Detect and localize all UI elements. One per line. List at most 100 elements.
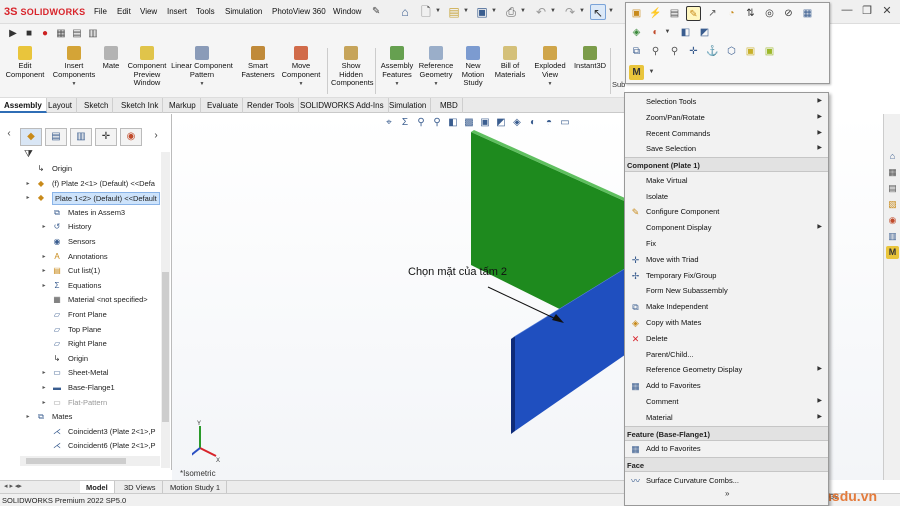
edit-component-button[interactable]: Edit Component (3, 46, 47, 79)
menu-item-add-to-favorites[interactable]: ▦ Add to Favorites (625, 378, 828, 394)
menu-item-parent-child[interactable]: Parent/Child... (625, 347, 828, 363)
menu-item-material[interactable]: Material ▶ (625, 410, 828, 426)
tab-sketch-ink[interactable]: Sketch Ink (117, 98, 164, 113)
show-hidden-button[interactable]: Show Hidden Components (331, 46, 374, 88)
insert-components-button[interactable]: Insert Components ▼ (50, 46, 98, 89)
vertical-scrollbar[interactable] (161, 152, 170, 468)
menu-item-add-to-favorites[interactable]: ▦ Add to Favorites (625, 441, 828, 457)
expand-arrow-icon[interactable]: ▸ (24, 177, 32, 191)
menu-item-form-new-subassembly[interactable]: Form New Subassembly (625, 283, 828, 299)
tree-row[interactable]: ⧉ Mates in Assem3 (40, 206, 160, 220)
zoom-icon[interactable]: ⚲ (667, 44, 682, 59)
open-part-icon[interactable]: ▤ (667, 6, 682, 21)
save-dropdown-icon[interactable]: ▼ (491, 8, 497, 14)
menu-item-temporary-fix-group[interactable]: ✢ Temporary Fix/Group (625, 268, 828, 284)
tree-row[interactable]: ▸ ◆ (f) Plate 2<1> (Default) <<Defa (24, 177, 160, 191)
menu-photoview[interactable]: PhotoView 360 (272, 7, 326, 16)
expand-arrow-icon[interactable]: ▸ (40, 220, 48, 234)
save-icon[interactable]: ▣ (474, 4, 490, 20)
tree-row[interactable]: ↳ Origin (40, 352, 160, 366)
tab-sketch[interactable]: Sketch (80, 98, 114, 113)
tree-row[interactable]: ▱ Top Plane (40, 323, 160, 337)
design-library-icon[interactable]: ▦ (886, 166, 899, 179)
menu-item-comment[interactable]: Comment ▶ (625, 394, 828, 410)
pin-menu-icon[interactable]: ✎ (372, 6, 380, 17)
print-icon[interactable]: ⎙ (503, 4, 519, 20)
chevron-left-icon[interactable]: ‹ (2, 128, 16, 146)
menu-item-fix[interactable]: Fix (625, 236, 828, 252)
filter-icon[interactable]: ⧩ (24, 149, 33, 160)
component-preview-button[interactable]: Component Preview Window (124, 46, 170, 88)
chevron-down-icon[interactable]: ▼ (50, 80, 98, 89)
chevron-right-icon[interactable]: › (145, 128, 167, 146)
menu-insert[interactable]: Insert (167, 7, 187, 16)
menu-view[interactable]: View (140, 7, 157, 16)
edit-macro-icon[interactable]: ▦ (54, 27, 68, 41)
menu-item-selection-tools[interactable]: Selection Tools ▶ (625, 94, 828, 110)
select-cursor-icon[interactable]: ↖ (590, 4, 606, 20)
chevron-down-icon[interactable]: ▼ (531, 80, 569, 89)
reference-geometry-button[interactable]: Reference Geometry ▼ (417, 46, 455, 89)
display-triad-icon[interactable]: ⬡ (724, 44, 739, 59)
menu-item-zoom-pan-rotate[interactable]: Zoom/Pan/Rotate ▶ (625, 110, 828, 126)
expand-arrow-icon[interactable]: ▸ (40, 250, 48, 264)
print-dropdown-icon[interactable]: ▼ (520, 8, 526, 14)
solidworks-logo[interactable]: 3S SOLIDWORKS (4, 5, 85, 19)
new-motion-study-button[interactable]: New Motion Study (458, 46, 488, 88)
m-icon[interactable]: M (886, 246, 899, 259)
tree-row[interactable]: ▱ Right Plane (40, 337, 160, 351)
menu-item-make-independent[interactable]: ⧉ Make Independent (625, 299, 828, 315)
menu-edit[interactable]: Edit (117, 7, 131, 16)
record-macro-icon[interactable]: ● (38, 27, 52, 41)
tab-layout[interactable]: Layout (44, 98, 78, 113)
tree-row[interactable]: ▸ ▭ Flat-Pattern (40, 396, 160, 410)
tree-row[interactable]: ↳ Origin (24, 162, 160, 176)
assembly-features-button[interactable]: Assembly Features ▼ (379, 46, 415, 89)
anchor-icon[interactable]: ⚓ (705, 44, 720, 59)
run-macro-icon[interactable]: ▶ (6, 27, 20, 41)
bill-of-materials-button[interactable]: Bill of Materials (492, 46, 528, 79)
tree-row[interactable]: ▸ ▭ Sheet-Metal (40, 366, 160, 380)
menu-window[interactable]: Window (333, 7, 361, 16)
isolate-icon[interactable]: ▣ (762, 44, 777, 59)
tab-addins[interactable]: SOLIDWORKS Add-Ins (296, 98, 389, 113)
tree-row[interactable]: ▸ ▬ Base-Flange1 (40, 381, 160, 395)
redo-dropdown-icon[interactable]: ▼ (579, 8, 585, 14)
menu-file[interactable]: File (94, 7, 107, 16)
menu-item-isolate[interactable]: Isolate (625, 189, 828, 205)
expand-arrow-icon[interactable]: ▸ (40, 381, 48, 395)
assembly-icon[interactable]: ◈ (629, 25, 644, 40)
feature-manager-tab-icon[interactable]: ◆ (20, 128, 42, 146)
linear-pattern-button[interactable]: Linear Component Pattern ▼ (171, 46, 233, 89)
configuration-manager-tab-icon[interactable]: ▥ (70, 128, 92, 146)
expand-menu-icon[interactable]: » (725, 489, 729, 498)
close-icon[interactable]: ✕ (878, 4, 896, 20)
tree-row[interactable]: ▸ ⧉ Mates (24, 410, 160, 424)
chevron-down-icon[interactable]: ▼ (379, 80, 415, 89)
chevron-down-icon[interactable]: ▼ (660, 25, 675, 40)
suppress-icon[interactable]: ⊘ (781, 6, 796, 21)
tab-simulation[interactable]: Simulation (385, 98, 432, 113)
open-dropdown-icon[interactable]: ▼ (463, 8, 469, 14)
normal-to-icon[interactable]: ⧉ (629, 44, 644, 59)
rotate-about-icon[interactable]: ✛ (686, 44, 701, 59)
minimize-icon[interactable]: — (838, 4, 856, 20)
sort-icon[interactable]: ⇅ (743, 6, 758, 21)
tree-row[interactable]: ▸ ▤ Cut list(1) (40, 264, 160, 278)
dimxpert-tab-icon[interactable]: ✛ (95, 128, 117, 146)
file-explorer-icon[interactable]: ▤ (886, 182, 899, 195)
horizontal-scrollbar[interactable] (20, 456, 160, 466)
new-dropdown-icon[interactable]: ▼ (435, 8, 441, 14)
chevron-down-icon[interactable]: ▼ (171, 80, 233, 89)
menu-item-recent-commands[interactable]: Recent Commands ▶ (625, 126, 828, 142)
display-manager-tab-icon[interactable]: ◉ (120, 128, 142, 146)
edit-component-icon[interactable]: ✎ (686, 6, 701, 21)
tree-row[interactable]: ▸ Σ Equations (40, 279, 160, 293)
menu-item-move-with-triad[interactable]: ✛ Move with Triad (625, 252, 828, 268)
menu-item-copy-with-mates[interactable]: ◈ Copy with Mates (625, 315, 828, 331)
chevron-down-icon[interactable]: ▼ (279, 80, 323, 89)
menu-item-delete[interactable]: ✕ Delete (625, 331, 828, 347)
tree-row[interactable]: ▦ Material <not specified> (40, 293, 160, 307)
tab-mbd[interactable]: MBD (436, 98, 463, 113)
view-palette-icon[interactable]: ▧ (886, 198, 899, 211)
